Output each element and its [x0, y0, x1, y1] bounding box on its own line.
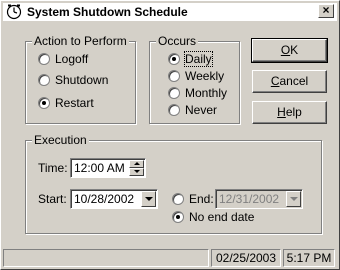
action-group-legend: Action to Perform: [32, 34, 129, 48]
radio-label: No end date: [189, 210, 255, 224]
occurs-group: Occurs Daily Weekly Monthly Never: [149, 34, 240, 124]
occurs-group-legend: Occurs: [156, 34, 199, 48]
help-label-rest: elp: [285, 105, 302, 119]
radio-label: Weekly: [185, 69, 225, 83]
execution-group: Execution Time: 12:00 AM Start: 10/28/20…: [25, 133, 322, 234]
cancel-label-rest: ancel: [279, 74, 309, 88]
help-access-key: H: [277, 105, 286, 119]
radio-circle: [38, 74, 50, 86]
end-date-field: 12/31/2002: [215, 189, 303, 209]
arrow-up-icon: [134, 162, 140, 165]
status-date: 02/25/2003: [211, 249, 281, 267]
ok-label-rest: K: [290, 43, 299, 57]
radio-label: Shutdown: [55, 73, 109, 87]
title-bar[interactable]: System Shutdown Schedule ×: [3, 3, 337, 21]
radio-circle: [38, 97, 50, 109]
ok-button[interactable]: OK: [251, 38, 328, 63]
chevron-down-icon: [145, 197, 153, 201]
chevron-down-icon: [290, 197, 298, 201]
radio-circle: [168, 87, 180, 99]
radio-label: Never: [185, 103, 218, 117]
radio-label: Restart: [55, 96, 94, 110]
start-date-dropdown-button[interactable]: [141, 191, 156, 207]
status-panel-empty: [3, 249, 209, 267]
start-date-field[interactable]: 10/28/2002: [70, 189, 158, 209]
help-button[interactable]: Help: [252, 101, 327, 124]
radio-label: Monthly: [185, 86, 228, 100]
ok-access-key: O: [280, 43, 291, 57]
window-title: System Shutdown Schedule: [27, 5, 188, 19]
close-icon: ×: [322, 3, 330, 17]
end-date-value: 12/31/2002: [219, 192, 280, 206]
end-date-dropdown-button: [286, 191, 301, 207]
time-value: 12:00 AM: [74, 161, 125, 175]
spin-down-button[interactable]: [129, 168, 144, 176]
radio-label: Daily: [184, 51, 213, 67]
action-group: Action to Perform Logoff Shutdown Restar…: [25, 34, 136, 124]
radio-circle: [172, 211, 184, 223]
execution-group-legend: Execution: [32, 133, 89, 147]
arrow-down-icon: [134, 170, 140, 173]
radio-circle: [168, 53, 180, 65]
radio-label: End:: [189, 192, 214, 206]
status-time: 5:17 PM: [283, 249, 335, 267]
spin-up-button[interactable]: [129, 160, 144, 168]
cancel-button[interactable]: Cancel: [252, 70, 327, 93]
radio-circle: [38, 53, 50, 65]
start-date-value: 10/28/2002: [74, 192, 135, 206]
close-button[interactable]: ×: [318, 4, 334, 18]
status-bar: 02/25/2003 5:17 PM: [3, 248, 337, 268]
time-spinner[interactable]: [129, 160, 144, 176]
radio-circle: [168, 104, 180, 116]
dialog-window: System Shutdown Schedule × Action to Per…: [0, 0, 340, 270]
time-field[interactable]: 12:00 AM: [70, 158, 146, 178]
start-label: Start:: [38, 192, 67, 206]
time-label: Time:: [38, 161, 68, 175]
radio-label: Logoff: [55, 52, 89, 66]
clock-icon: [6, 4, 22, 20]
radio-circle: [168, 70, 180, 82]
radio-circle: [172, 193, 184, 205]
